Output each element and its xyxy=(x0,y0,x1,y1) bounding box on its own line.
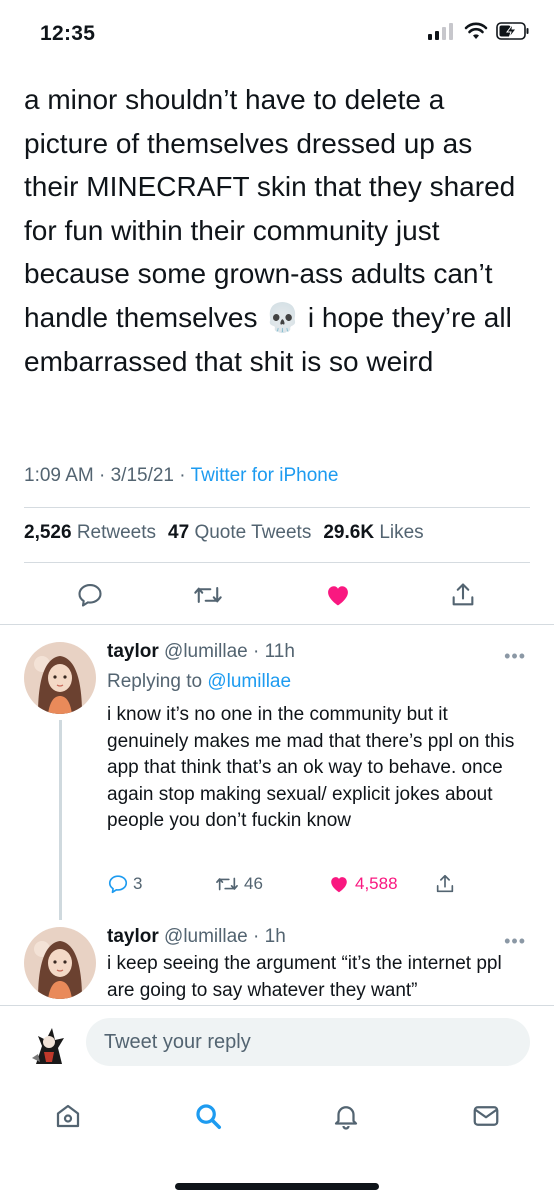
my-avatar[interactable] xyxy=(22,1018,76,1072)
tweet-text: a minor shouldn’t have to delete a pictu… xyxy=(24,84,516,377)
divider xyxy=(24,562,530,563)
my-avatar-illustration xyxy=(22,1018,76,1072)
status-bar: 12:35 xyxy=(0,0,554,66)
reply-icon xyxy=(108,875,128,894)
reply-author-handle[interactable]: @lumillae xyxy=(164,926,248,947)
quotes-stat[interactable]: 47 Quote Tweets xyxy=(168,522,311,544)
search-icon xyxy=(196,1104,221,1129)
reply-header: taylor @lumillae · 11h xyxy=(107,640,531,664)
retweets-count: 2,526 xyxy=(24,522,72,543)
retweet-icon xyxy=(194,587,222,603)
share-icon xyxy=(436,874,454,893)
tweet-date: 3/15/21 xyxy=(110,465,175,486)
share-button[interactable] xyxy=(443,575,483,615)
likes-label: Likes xyxy=(379,522,424,543)
like-button[interactable] xyxy=(318,575,358,615)
reply-button[interactable] xyxy=(70,575,110,615)
reply-icon xyxy=(78,584,102,607)
replying-to: Replying to @lumillae xyxy=(107,668,531,696)
more-options-icon[interactable]: ••• xyxy=(504,646,526,667)
likes-stat[interactable]: 29.6K Likes xyxy=(323,522,423,544)
messages-icon xyxy=(473,1106,499,1126)
tweet-reply-input[interactable]: Tweet your reply xyxy=(86,1018,530,1066)
likes-count: 29.6K xyxy=(323,522,375,543)
more-options-icon[interactable]: ••• xyxy=(504,931,526,952)
meta-separator: · xyxy=(179,465,191,486)
meta-separator: · xyxy=(253,926,265,947)
retweet-icon xyxy=(216,877,238,891)
status-icons xyxy=(428,22,530,40)
notifications-icon xyxy=(334,1106,358,1130)
tab-notifications[interactable] xyxy=(326,1096,366,1136)
retweet-button[interactable] xyxy=(188,575,228,615)
reply-tweet[interactable]: taylor @lumillae · 1h i keep seeing the … xyxy=(0,925,554,1003)
avatar[interactable] xyxy=(24,642,96,714)
status-time: 12:35 xyxy=(40,22,96,45)
avatar[interactable] xyxy=(24,927,96,999)
like-icon xyxy=(328,586,348,606)
quotes-count: 47 xyxy=(168,522,190,543)
reply-tweet[interactable]: taylor @lumillae · 11h Replying to @lumi… xyxy=(0,640,554,930)
reply-text: i know it’s no one in the community but … xyxy=(107,704,515,831)
reply-share-button[interactable] xyxy=(434,873,456,895)
like-count: 4,588 xyxy=(355,874,398,893)
reply-time: 11h xyxy=(264,641,295,662)
quotes-label: Quote Tweets xyxy=(194,522,312,543)
reply-text: i keep seeing the argument “it’s the int… xyxy=(107,953,502,1001)
retweet-count: 46 xyxy=(244,874,263,893)
divider xyxy=(24,507,530,508)
avatar-illustration xyxy=(24,927,96,999)
reply-time: 1h xyxy=(264,926,286,947)
bottom-tab-bar xyxy=(0,1082,554,1152)
reply-like-button[interactable]: 4,588 xyxy=(327,873,398,895)
replying-to-label: Replying to xyxy=(107,671,203,692)
home-indicator xyxy=(175,1183,379,1190)
main-tweet: a minor shouldn’t have to delete a pictu… xyxy=(24,78,530,383)
replying-to-handle[interactable]: @lumillae xyxy=(207,671,291,692)
meta-separator: · xyxy=(253,641,265,662)
tab-home[interactable] xyxy=(48,1096,88,1136)
like-icon xyxy=(331,877,347,893)
tweet-source-link[interactable]: Twitter for iPhone xyxy=(191,465,339,486)
tweet-actions xyxy=(0,575,554,615)
cellular-signal-icon xyxy=(428,23,453,40)
reply-author-name[interactable]: taylor xyxy=(107,926,159,947)
share-icon xyxy=(452,583,474,606)
tweet-meta: 1:09 AM · 3/15/21 · Twitter for iPhone xyxy=(24,465,338,487)
retweets-stat[interactable]: 2,526 Retweets xyxy=(24,522,156,544)
reply-author-name[interactable]: taylor xyxy=(107,641,159,662)
tab-messages[interactable] xyxy=(466,1096,506,1136)
reply-body: taylor @lumillae · 11h Replying to @lumi… xyxy=(107,640,531,835)
reply-composer-bar: Tweet your reply xyxy=(0,1005,554,1081)
reply-body: taylor @lumillae · 1h i keep seeing the … xyxy=(107,925,531,1003)
tweet-time: 1:09 AM xyxy=(24,465,94,486)
reply-actions: 3 46 4,588 xyxy=(107,873,454,901)
wifi-icon xyxy=(464,22,488,39)
thread-line xyxy=(59,720,62,920)
meta-separator: · xyxy=(99,465,111,486)
tab-search[interactable] xyxy=(188,1096,228,1136)
reply-retweet-button[interactable]: 46 xyxy=(214,873,263,895)
reply-author-handle[interactable]: @lumillae xyxy=(164,641,248,662)
reply-count: 3 xyxy=(133,874,143,893)
battery-charging-icon xyxy=(496,22,529,40)
retweets-label: Retweets xyxy=(76,522,157,543)
home-icon xyxy=(56,1104,80,1128)
tweet-stats: 2,526 Retweets 47 Quote Tweets 29.6K Lik… xyxy=(24,522,424,544)
reply-reply-button[interactable]: 3 xyxy=(107,873,142,895)
avatar-illustration xyxy=(24,642,96,714)
reply-header: taylor @lumillae · 1h xyxy=(107,925,531,949)
divider xyxy=(0,624,554,625)
